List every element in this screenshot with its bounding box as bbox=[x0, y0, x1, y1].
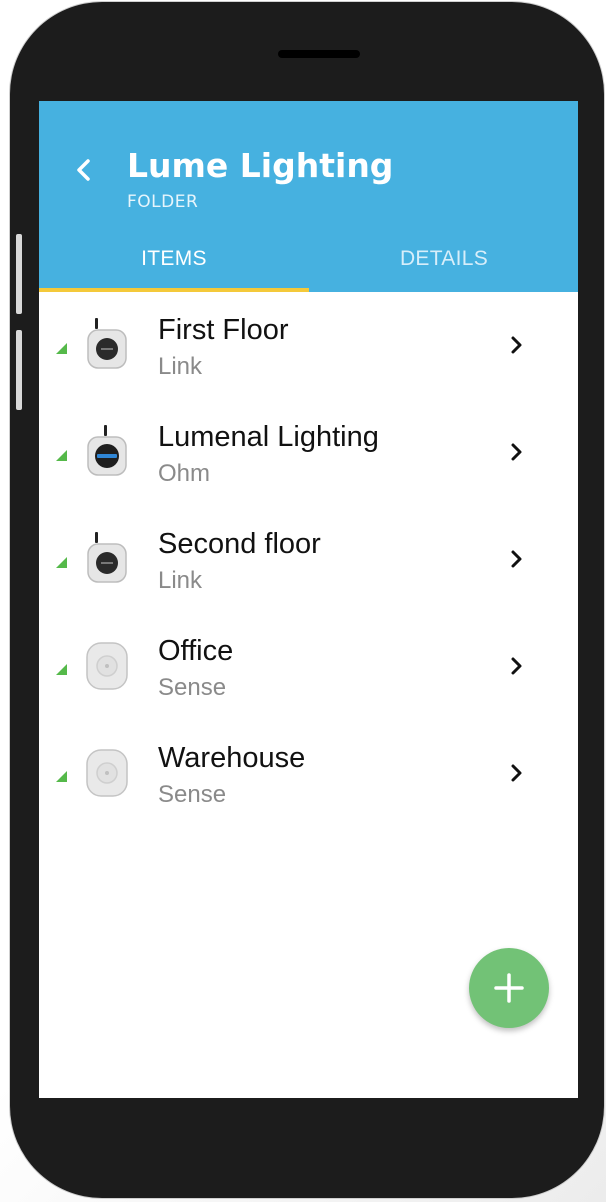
item-name: First Floor bbox=[158, 314, 289, 346]
link-hub-icon bbox=[87, 318, 127, 369]
item-type: Ohm bbox=[158, 460, 211, 487]
signal-strength-icon bbox=[56, 771, 67, 782]
app-screen: Lume Lighting FOLDER ITEMS DETAILS First… bbox=[39, 101, 578, 1098]
item-type: Link bbox=[158, 353, 203, 380]
sense-sensor-icon bbox=[86, 642, 128, 690]
item-name: Second floor bbox=[158, 528, 321, 560]
sense-sensor-icon bbox=[86, 749, 128, 797]
tab-details[interactable]: DETAILS bbox=[309, 241, 578, 292]
page-subtitle: FOLDER bbox=[127, 192, 199, 212]
item-name: Warehouse bbox=[158, 742, 306, 774]
item-type: Link bbox=[158, 567, 203, 594]
chevron-right-icon bbox=[511, 764, 522, 782]
item-type: Sense bbox=[158, 781, 227, 808]
chevron-left-icon bbox=[77, 159, 90, 181]
list-item[interactable]: Lumenal Lighting Ohm bbox=[39, 399, 578, 506]
tab-items[interactable]: ITEMS bbox=[39, 241, 309, 292]
link-hub-icon bbox=[87, 532, 127, 583]
back-button[interactable] bbox=[69, 155, 99, 185]
list-item[interactable]: Second floor Link bbox=[39, 506, 578, 613]
add-item-button[interactable] bbox=[469, 948, 549, 1028]
chevron-right-icon bbox=[511, 657, 522, 675]
signal-strength-icon bbox=[56, 664, 67, 675]
list-item[interactable]: Warehouse Sense bbox=[39, 720, 578, 827]
phone-speaker bbox=[278, 50, 360, 58]
ohm-device-icon bbox=[87, 425, 127, 476]
item-name: Office bbox=[158, 635, 234, 667]
volume-up-button bbox=[16, 234, 22, 314]
app-bar: Lume Lighting FOLDER ITEMS DETAILS bbox=[39, 101, 578, 292]
item-name: Lumenal Lighting bbox=[158, 421, 379, 453]
signal-strength-icon bbox=[56, 343, 67, 354]
chevron-right-icon bbox=[511, 443, 522, 461]
item-type: Sense bbox=[158, 674, 227, 701]
chevron-right-icon bbox=[511, 550, 522, 568]
volume-down-button bbox=[16, 330, 22, 410]
plus-icon bbox=[494, 973, 524, 1003]
signal-strength-icon bbox=[56, 450, 67, 461]
signal-strength-icon bbox=[56, 557, 67, 568]
chevron-right-icon bbox=[511, 336, 522, 354]
page-title: Lume Lighting bbox=[127, 146, 394, 185]
list-item[interactable]: Office Sense bbox=[39, 613, 578, 720]
list-item[interactable]: First Floor Link bbox=[39, 292, 578, 399]
